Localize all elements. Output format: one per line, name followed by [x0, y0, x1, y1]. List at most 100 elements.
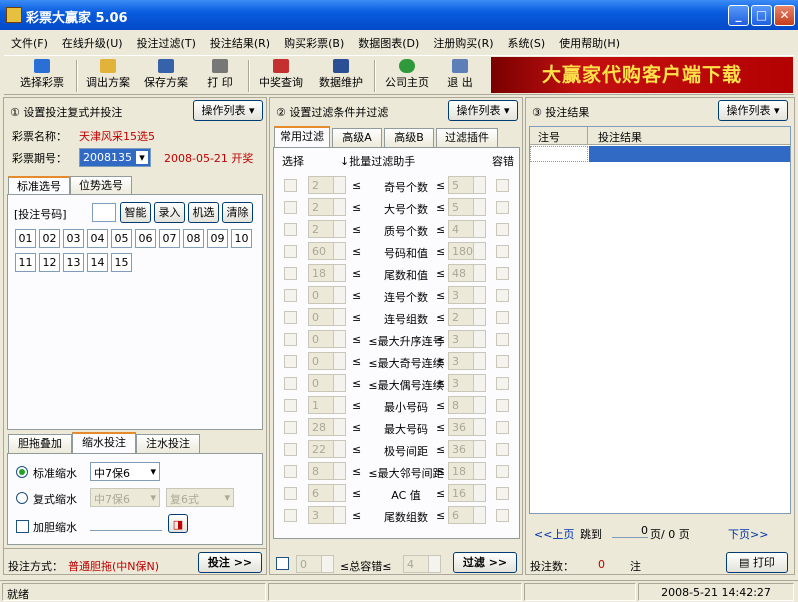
filter-max-spin[interactable]: 36 [448, 440, 486, 458]
filter-enable-checkbox[interactable] [284, 267, 297, 280]
filter-max-spin[interactable]: 180 [448, 242, 486, 260]
filter-max-spin[interactable]: 5 [448, 198, 486, 216]
exit-button[interactable]: 退 出 [438, 58, 482, 94]
filter-min-spin[interactable]: 8 [308, 462, 346, 480]
number-14[interactable]: 14 [87, 253, 108, 272]
filter-tolerance-checkbox[interactable] [496, 201, 509, 214]
filter-enable-checkbox[interactable] [284, 333, 297, 346]
maximize-button[interactable]: □ [751, 5, 772, 26]
standard-shrink-select[interactable]: 中7保6 ▾ [90, 462, 160, 481]
page-input[interactable]: 0 [612, 524, 648, 538]
number-03[interactable]: 03 [63, 229, 84, 248]
menu-result[interactable]: 投注结果(R) [203, 32, 277, 54]
dan-shrink-line[interactable] [90, 530, 162, 531]
filter-tolerance-checkbox[interactable] [496, 223, 509, 236]
filter-enable-checkbox[interactable] [284, 311, 297, 324]
filter-enable-checkbox[interactable] [284, 377, 297, 390]
filter-min-spin[interactable]: 3 [308, 506, 346, 524]
standard-shrink-radio[interactable] [16, 466, 28, 478]
filter-min-spin[interactable]: 0 [308, 352, 346, 370]
col-bet-result[interactable]: 投注结果 [590, 127, 650, 147]
number-15[interactable]: 15 [111, 253, 132, 272]
bet-number-input[interactable] [92, 203, 116, 222]
filter-min-spin[interactable]: 2 [308, 198, 346, 216]
tab-common-filter[interactable]: 常用过滤 [274, 126, 330, 148]
filter-max-spin[interactable]: 4 [448, 220, 486, 238]
filter-min-spin[interactable]: 6 [308, 484, 346, 502]
filter-enable-checkbox[interactable] [284, 443, 297, 456]
number-12[interactable]: 12 [39, 253, 60, 272]
menu-help[interactable]: 使用帮助(H) [552, 32, 627, 54]
tab-dantuo[interactable]: 胆拖叠加 [8, 434, 72, 454]
bet-button[interactable]: 投注 >> [198, 552, 262, 573]
filter-enable-checkbox[interactable] [284, 223, 297, 236]
filter-min-spin[interactable]: 18 [308, 264, 346, 282]
next-page-link[interactable]: 下页>> [728, 526, 768, 542]
input-button[interactable]: 录入 [154, 202, 185, 223]
dan-shrink-button[interactable]: ◨ [168, 514, 188, 533]
dan-shrink-checkbox[interactable] [16, 520, 29, 533]
number-02[interactable]: 02 [39, 229, 60, 248]
tab-advanced-b[interactable]: 高级B [384, 128, 434, 148]
filter-enable-checkbox[interactable] [284, 509, 297, 522]
filter-min-spin[interactable]: 0 [308, 374, 346, 392]
menu-system[interactable]: 系统(S) [501, 32, 553, 54]
total-tolerance-checkbox[interactable] [276, 557, 289, 570]
filter-enable-checkbox[interactable] [284, 201, 297, 214]
filter-tolerance-checkbox[interactable] [496, 465, 509, 478]
print-button[interactable]: 打 印 [198, 58, 242, 94]
close-button[interactable]: ✕ [774, 5, 795, 26]
filter-enable-checkbox[interactable] [284, 289, 297, 302]
col-bet-no[interactable]: 注号 [530, 127, 588, 145]
filter-enable-checkbox[interactable] [284, 421, 297, 434]
filter-max-spin[interactable]: 18 [448, 462, 486, 480]
result-ops-button[interactable]: 操作列表 ▾ [718, 100, 788, 121]
number-04[interactable]: 04 [87, 229, 108, 248]
prize-query-button[interactable]: 中奖查询 [254, 58, 308, 94]
filter-tolerance-checkbox[interactable] [496, 311, 509, 324]
number-13[interactable]: 13 [63, 253, 84, 272]
complex-type-select[interactable]: 复6式 ▾ [166, 488, 234, 507]
filter-min-spin[interactable]: 28 [308, 418, 346, 436]
filter-tolerance-checkbox[interactable] [496, 421, 509, 434]
filter-tolerance-checkbox[interactable] [496, 509, 509, 522]
filter-min-spin[interactable]: 22 [308, 440, 346, 458]
menu-filter[interactable]: 投注过滤(T) [130, 32, 203, 54]
result-table[interactable]: 注号 投注结果 [529, 126, 791, 514]
period-select[interactable]: 2008135 ▾ [79, 148, 151, 167]
filter-tolerance-checkbox[interactable] [496, 267, 509, 280]
menu-register[interactable]: 注册购买(R) [426, 32, 500, 54]
tab-shrink[interactable]: 缩水投注 [72, 432, 136, 454]
filter-tolerance-checkbox[interactable] [496, 355, 509, 368]
filter-max-spin[interactable]: 16 [448, 484, 486, 502]
filter-max-spin[interactable]: 2 [448, 308, 486, 326]
filter-max-spin[interactable]: 3 [448, 374, 486, 392]
tab-filter-plugin[interactable]: 过滤插件 [436, 128, 498, 148]
filter-tolerance-checkbox[interactable] [496, 245, 509, 258]
filter-max-spin[interactable]: 48 [448, 264, 486, 282]
filter-tolerance-checkbox[interactable] [496, 399, 509, 412]
tab-position[interactable]: 位势选号 [70, 176, 132, 196]
number-08[interactable]: 08 [183, 229, 204, 248]
tab-advanced-a[interactable]: 高级A [332, 128, 382, 148]
complex-shrink-radio[interactable] [16, 492, 28, 504]
filter-min-spin[interactable]: 2 [308, 176, 346, 194]
filter-max-spin[interactable]: 36 [448, 418, 486, 436]
number-07[interactable]: 07 [159, 229, 180, 248]
filter-min-spin[interactable]: 1 [308, 396, 346, 414]
filter-max-spin[interactable]: 8 [448, 396, 486, 414]
filter-max-spin[interactable]: 5 [448, 176, 486, 194]
bet-ops-button[interactable]: 操作列表 ▾ [193, 100, 263, 121]
random-button[interactable]: 机选 [188, 202, 219, 223]
filter-tolerance-checkbox[interactable] [496, 289, 509, 302]
number-01[interactable]: 01 [15, 229, 36, 248]
prev-page-link[interactable]: <<上页 [534, 526, 574, 542]
menu-file[interactable]: 文件(F) [4, 32, 55, 54]
filter-tolerance-checkbox[interactable] [496, 487, 509, 500]
clear-button[interactable]: 清除 [222, 202, 253, 223]
filter-enable-checkbox[interactable] [284, 179, 297, 192]
complex-shrink-select[interactable]: 中7保6 ▾ [90, 488, 160, 507]
filter-min-spin[interactable]: 0 [308, 308, 346, 326]
table-row-selected[interactable] [589, 146, 790, 162]
number-10[interactable]: 10 [231, 229, 252, 248]
